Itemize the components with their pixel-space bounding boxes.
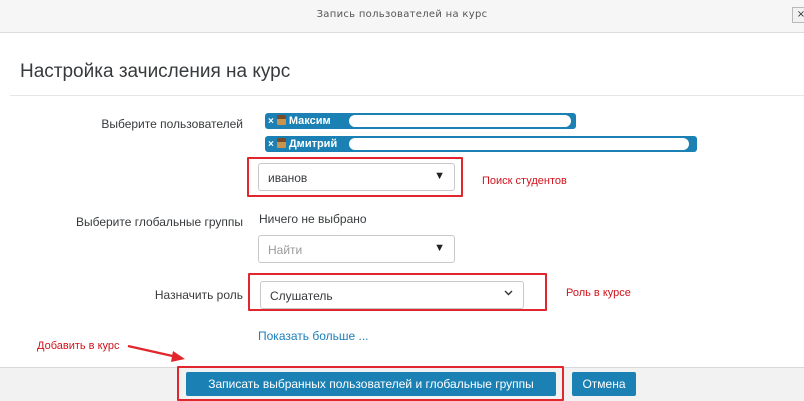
assign-role-label: Назначить роль — [154, 288, 243, 302]
selected-user-chip[interactable]: × Максим — [265, 113, 576, 129]
highlight-submit-box — [177, 366, 564, 401]
page-title: Настройка зачисления на курс — [20, 61, 291, 82]
redaction-mark — [349, 138, 689, 150]
annotation-role-in-course: Роль в курсе — [566, 287, 631, 299]
selected-user-name: Дмитрий — [288, 138, 338, 150]
highlight-role-box — [248, 273, 547, 311]
cancel-button[interactable]: Отмена — [572, 372, 636, 396]
dropdown-arrow-icon: ▼ — [434, 242, 445, 254]
remove-chip-icon[interactable]: × — [268, 139, 274, 150]
global-groups-placeholder: Найти — [268, 243, 303, 257]
heading-divider — [10, 95, 804, 96]
close-button[interactable]: × — [792, 7, 804, 23]
global-groups-search[interactable]: Найти ▼ — [258, 235, 455, 263]
redaction-mark — [349, 115, 571, 127]
show-more-link[interactable]: Показать больше ... — [258, 329, 369, 343]
user-avatar-icon — [276, 115, 286, 125]
global-groups-label: Выберите глобальные группы — [75, 215, 243, 229]
highlight-search-box — [247, 157, 463, 197]
select-users-label: Выберите пользователей — [101, 117, 243, 131]
remove-chip-icon[interactable]: × — [268, 116, 274, 127]
dialog-titlebar: Запись пользователей на курс × — [0, 0, 804, 33]
annotation-add-to-course: Добавить в курс — [37, 340, 120, 352]
selected-user-name: Максим — [288, 115, 331, 127]
user-avatar-icon — [276, 138, 286, 148]
selected-user-chip[interactable]: × Дмитрий — [265, 136, 697, 152]
annotation-arrow-icon — [127, 344, 185, 362]
annotation-search-students: Поиск студентов — [482, 175, 567, 187]
dialog-title: Запись пользователей на курс — [316, 9, 488, 20]
global-groups-status: Ничего не выбрано — [259, 212, 367, 226]
